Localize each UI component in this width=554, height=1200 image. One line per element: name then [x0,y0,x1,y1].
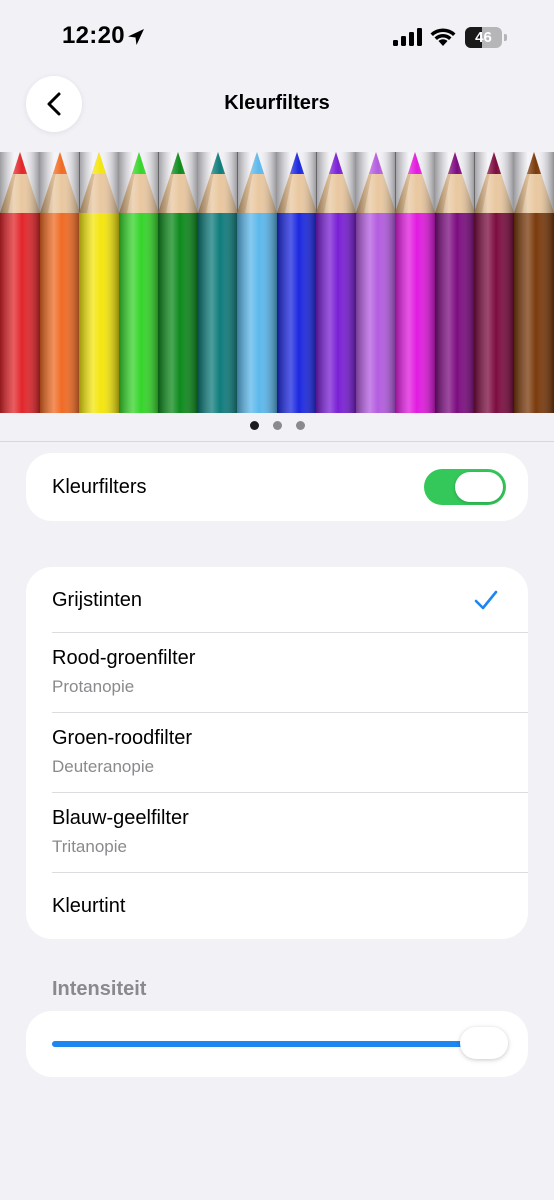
page-title: Kleurfilters [224,92,330,114]
wifi-icon [430,28,456,46]
filter-option-subtitle: Tritanopie [52,837,127,856]
color-filters-toggle[interactable] [424,469,506,505]
location-arrow-icon [128,29,144,45]
page-dot[interactable] [249,421,259,430]
intensity-section-label: Intensiteit [52,978,147,1000]
pencil [434,152,475,413]
pencil [158,152,198,413]
pencil [79,152,119,413]
page-dot[interactable] [295,421,305,430]
color-filters-toggle-card: Kleurfilters [26,453,528,521]
filter-option-title: Rood-groenfilter [52,647,196,669]
color-pencils-image[interactable] [0,152,554,413]
filter-option-grayscale[interactable]: Grijstinten [26,567,528,632]
filter-option-title: Groen-roodfilter [52,727,193,749]
status-bar: 12:20 46 [0,0,554,76]
cellular-signal-icon [393,28,422,46]
divider [0,441,554,442]
intensity-slider-thumb[interactable] [460,1027,508,1059]
pencil [237,152,277,413]
intensity-slider-fill [52,1041,502,1047]
filter-option-color-tint[interactable]: Kleurtint [26,873,528,939]
filter-option-subtitle: Deuteranopie [52,757,155,776]
page-indicator[interactable] [0,421,554,433]
pencil [276,152,317,413]
intensity-slider-card [26,1011,528,1077]
pencil [395,152,435,413]
checkmark-icon [474,590,498,610]
filter-option-title: Blauw-geelfilter [52,807,189,829]
filter-option-title: Kleurtint [52,895,126,917]
page-dot[interactable] [272,421,282,430]
filter-options-list: Grijstinten Rood-groenfilter Protanopie … [26,567,528,939]
filter-option-green-red[interactable]: Groen-roodfilter Deuteranopie [26,713,528,792]
pencil [474,152,514,413]
pencil [355,152,396,413]
pencil [118,152,159,413]
battery-percentage: 46 [475,29,492,46]
pencil [197,152,238,413]
color-filters-toggle-label: Kleurfilters [52,476,147,498]
filter-option-red-green[interactable]: Rood-groenfilter Protanopie [26,633,528,712]
toggle-knob [455,472,503,502]
battery-icon: 46 [465,27,507,48]
pencil [0,152,40,413]
filter-option-blue-yellow[interactable]: Blauw-geelfilter Tritanopie [26,793,528,872]
intensity-slider-track[interactable] [52,1041,502,1047]
pencil [316,152,356,413]
filter-option-title: Grijstinten [52,589,143,611]
pencil [513,152,554,413]
pencil [39,152,80,413]
filter-option-subtitle: Protanopie [52,677,135,696]
status-time: 12:20 [62,22,125,49]
